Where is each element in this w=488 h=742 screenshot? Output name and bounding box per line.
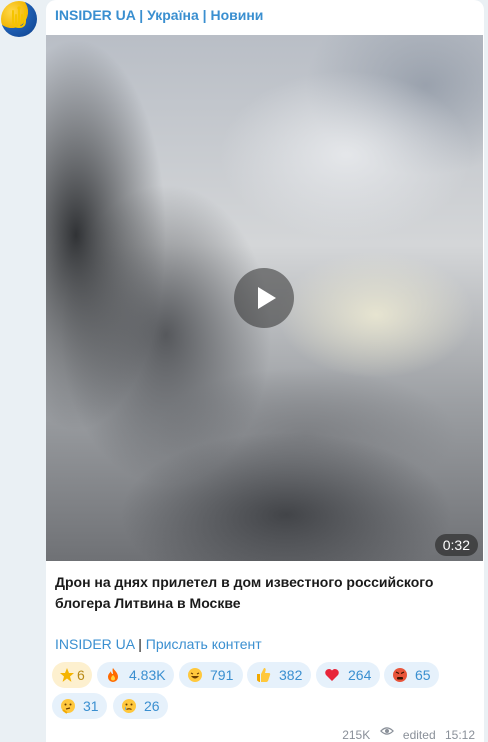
reaction-count: 791 (210, 667, 234, 683)
thinking-face-icon (61, 699, 75, 714)
submit-content-link[interactable]: Прислать контент (146, 636, 262, 652)
message-bubble: INSIDER UA | Україна | Новини 0:32 Дрон … (46, 0, 484, 742)
channel-name[interactable]: INSIDER UA | Україна | Новини (55, 7, 263, 23)
play-icon (258, 287, 276, 309)
channel-avatar[interactable] (1, 1, 37, 37)
reaction-count: 382 (279, 667, 303, 683)
reaction-count: 6 (77, 667, 85, 683)
fire-icon (108, 668, 118, 682)
play-button[interactable] (234, 268, 294, 328)
reaction-angry[interactable]: 65 (384, 662, 439, 688)
reaction-star[interactable]: 6 (52, 662, 92, 688)
view-count: 215K (342, 727, 371, 742)
channel-link[interactable]: INSIDER UA (55, 636, 134, 652)
message-links: INSIDER UA | Прислать контент (55, 636, 262, 652)
message-time: 15:12 (444, 727, 475, 742)
reaction-thumbs-up[interactable]: 382 (247, 662, 311, 688)
laughing-face-icon (188, 668, 202, 682)
edited-label: edited (402, 727, 436, 742)
reaction-count: 26 (144, 698, 160, 714)
heart-icon (325, 669, 339, 681)
message-meta: 215K edited 15:12 (342, 724, 475, 742)
eye-icon (379, 727, 394, 735)
angry-face-icon (393, 668, 407, 682)
thumbs-up-icon (257, 668, 271, 682)
reaction-count: 4.83K (129, 667, 166, 683)
reaction-count: 65 (415, 667, 431, 683)
reaction-heart[interactable]: 264 (316, 662, 380, 688)
video-duration: 0:32 (434, 534, 478, 556)
message-text: Дрон на днях прилетел в дом известного р… (55, 574, 434, 611)
reaction-thinking[interactable]: 31 (52, 693, 107, 719)
trident-logo-icon (12, 6, 26, 29)
reaction-crying[interactable]: 26 (113, 693, 168, 719)
links-separator: | (138, 636, 142, 652)
video-preview[interactable]: 0:32 (46, 35, 483, 561)
reaction-laughing[interactable]: 791 (179, 662, 243, 688)
crying-face-icon (122, 699, 136, 713)
star-icon (60, 668, 74, 682)
reaction-fire[interactable]: 4.83K (97, 662, 174, 688)
reaction-count: 31 (83, 698, 99, 714)
reaction-count: 264 (348, 667, 372, 683)
